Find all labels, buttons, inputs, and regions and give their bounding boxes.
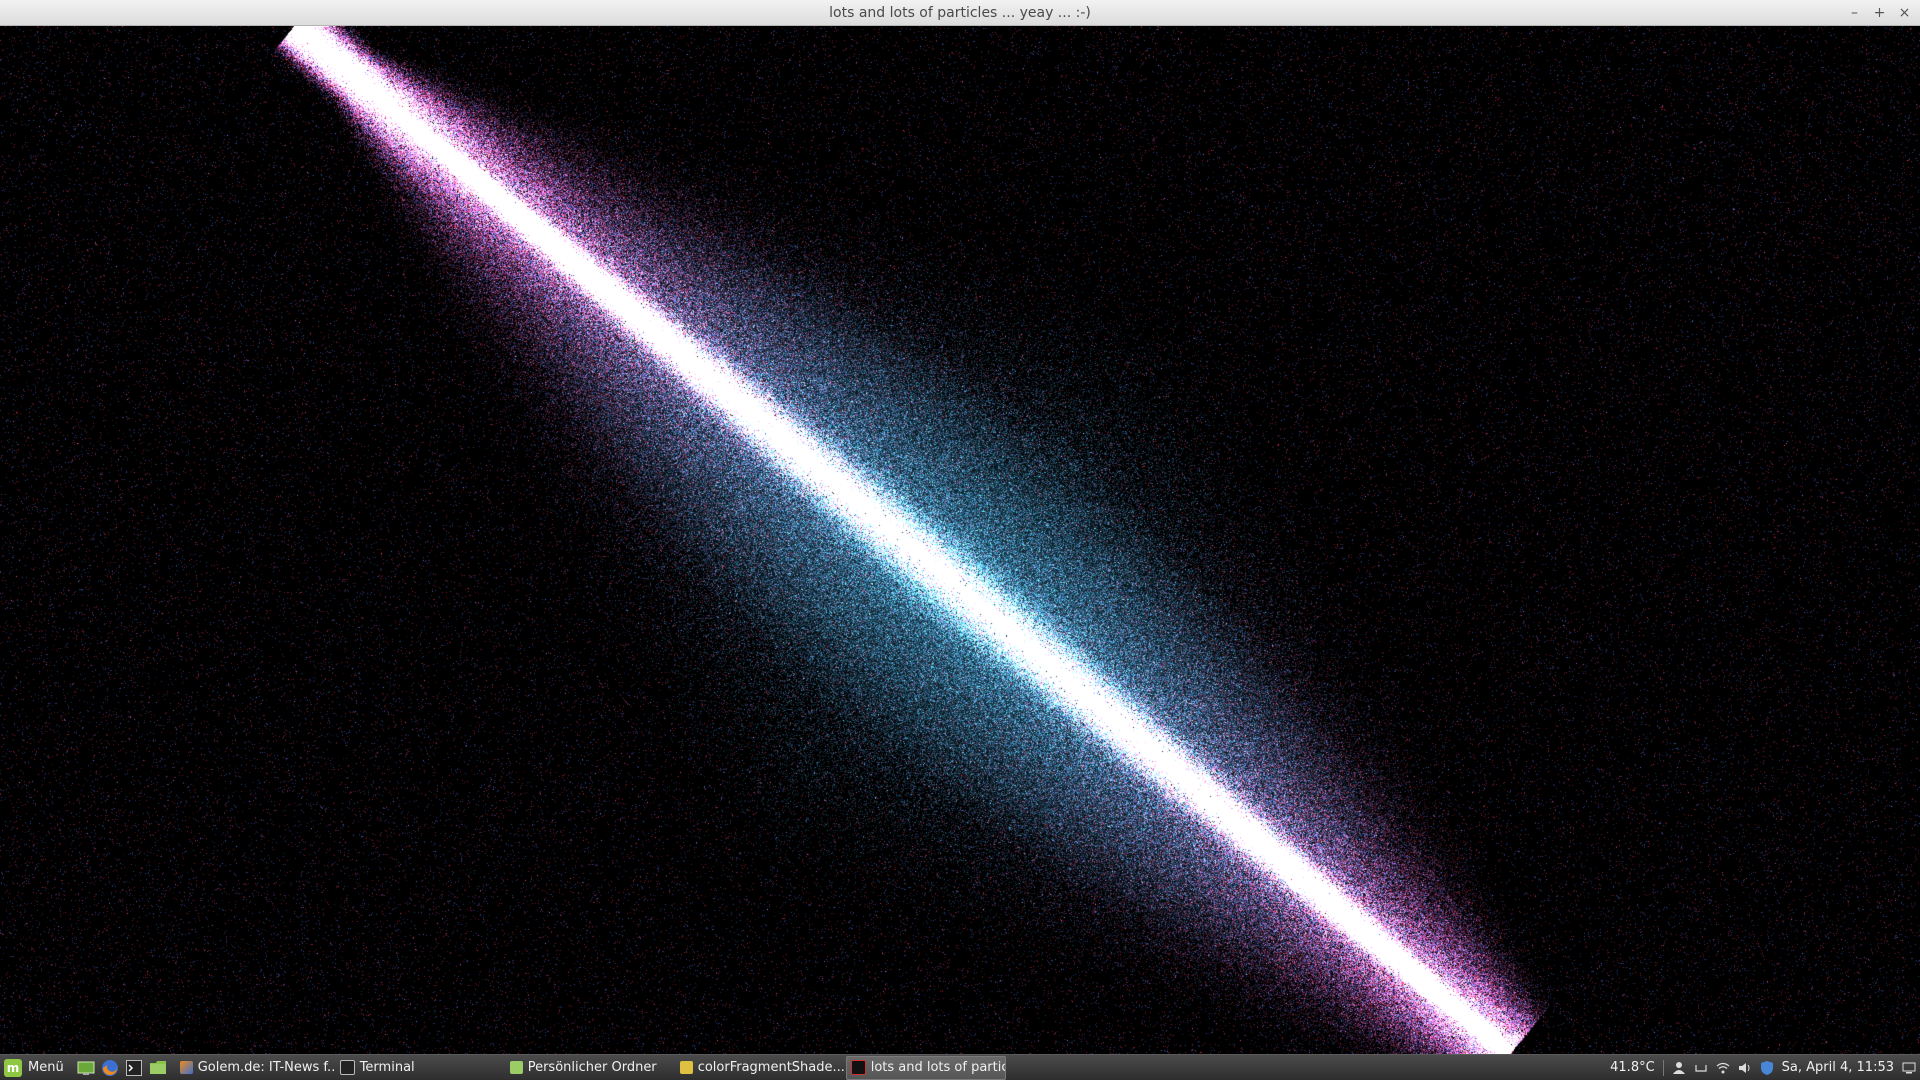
folder-icon	[509, 1061, 523, 1074]
window-controls: – + ×	[1847, 0, 1912, 26]
task-golem-browser[interactable]: Golem.de: IT-News f...	[176, 1057, 334, 1079]
task-label: Persönlicher Ordner	[527, 1060, 657, 1075]
window-titlebar[interactable]: lots and lots of particles ... yeay ... …	[0, 0, 1920, 26]
task-label: Terminal	[359, 1060, 415, 1075]
user-icon[interactable]	[1672, 1061, 1686, 1075]
editor-icon	[679, 1061, 693, 1074]
cpu-temperature[interactable]: 41.8°C	[1610, 1060, 1655, 1075]
maximize-button[interactable]: +	[1872, 5, 1887, 21]
shield-update-icon[interactable]	[1760, 1060, 1774, 1075]
menu-label: Menü	[28, 1060, 64, 1075]
minimize-button[interactable]: –	[1847, 5, 1862, 21]
task-shader-editor[interactable]: colorFragmentShade...	[676, 1057, 844, 1079]
show-desktop-icon[interactable]	[1902, 1061, 1916, 1075]
task-label: Golem.de: IT-News f...	[197, 1060, 334, 1075]
desktop-icon[interactable]	[76, 1058, 96, 1078]
tray-separator	[1662, 1059, 1664, 1076]
terminal-icon[interactable]	[124, 1058, 144, 1078]
task-particles-window[interactable]: lots and lots of particl...	[845, 1055, 1006, 1080]
task-home-folder[interactable]: Persönlicher Ordner	[506, 1057, 674, 1079]
task-label: lots and lots of particl...	[870, 1060, 1005, 1075]
close-button[interactable]: ×	[1897, 5, 1912, 21]
folder-icon[interactable]	[148, 1058, 168, 1078]
system-tray: 41.8°C Sa, April 4, 11:53	[1610, 1055, 1916, 1080]
firefox-icon	[179, 1061, 193, 1074]
firefox-icon[interactable]	[100, 1058, 120, 1078]
terminal-icon	[339, 1060, 355, 1075]
volume-icon[interactable]	[1738, 1061, 1752, 1075]
taskbar-left: m Menü Golem.de: IT-News f... Terminal P…	[2, 1055, 1008, 1080]
menu-button[interactable]: m Menü	[2, 1055, 74, 1080]
wifi-icon[interactable]	[1716, 1061, 1730, 1075]
task-list: Golem.de: IT-News f... Terminal Persönli…	[176, 1055, 1008, 1080]
window-title: lots and lots of particles ... yeay ... …	[829, 5, 1091, 21]
taskbar: m Menü Golem.de: IT-News f... Terminal P…	[0, 1054, 1920, 1080]
app-window-icon	[850, 1060, 866, 1075]
task-terminal[interactable]: Terminal	[336, 1057, 504, 1079]
particle-canvas[interactable]	[0, 26, 1920, 1054]
keyboard-icon[interactable]	[1694, 1061, 1708, 1075]
mint-logo-icon: m	[4, 1058, 22, 1077]
task-label: colorFragmentShade...	[697, 1060, 844, 1075]
particle-render	[0, 26, 1920, 1054]
clock[interactable]: Sa, April 4, 11:53	[1782, 1060, 1894, 1075]
